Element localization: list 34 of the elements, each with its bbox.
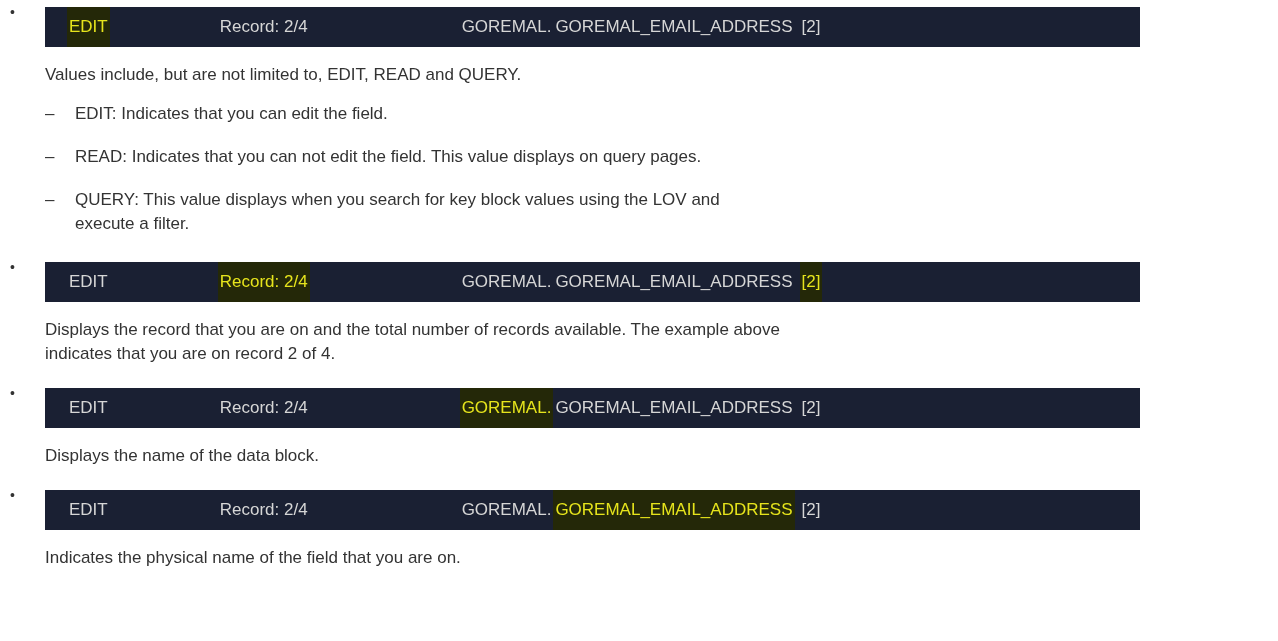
dash-marker: – [45,189,56,211]
description-text: Displays the record that you are on and the total number of records available. The example above indicates that you are on record 2 of 4. [45,319,781,365]
dash-marker: – [45,146,56,168]
field-name: GOREMAL_EMAIL_ADDRESS [554,271,794,293]
description-text: Indicates the physical name of the field that you are on. [45,547,462,569]
list-item-text: QUERY: This value displays when you search for key block values using the LOV and execute a filter. [75,189,721,235]
record-counter: Record: 2/4 [217,262,310,302]
description-text: Displays the name of the data block. [45,445,321,467]
block-name: GOREMAL. [460,271,553,293]
list-item-text: READ: Indicates that you can not edit the field. This value displays on query pages. [75,146,702,168]
description-text: Values include, but are not limited to, EDIT, READ and QUERY. [45,64,523,86]
bullet: • [9,488,16,502]
record-index: [2] [800,499,822,521]
record-index: [2] [799,262,823,302]
list-item-text: EDIT: Indicates that you can edit the field. [75,103,388,125]
block-name: GOREMAL. [460,499,553,521]
field-name: GOREMAL_EMAIL_ADDRESS [553,490,795,530]
bullet: • [9,5,16,19]
record-index: [2] [800,397,822,419]
record-counter: Record: 2/4 [218,16,309,38]
record-index: [2] [800,16,822,38]
block-name: GOREMAL. [460,16,553,38]
record-counter: Record: 2/4 [218,499,309,521]
mode-indicator: EDIT [68,397,109,419]
mode-indicator: EDIT [68,271,109,293]
mode-indicator: EDIT [68,499,109,521]
dash-marker: – [45,103,56,125]
field-name: GOREMAL_EMAIL_ADDRESS [554,16,794,38]
bullet: • [9,260,16,274]
block-name: GOREMAL. [459,388,554,428]
field-name: GOREMAL_EMAIL_ADDRESS [554,397,794,419]
mode-indicator: EDIT [67,7,110,47]
bullet: • [9,386,16,400]
record-counter: Record: 2/4 [218,397,309,419]
